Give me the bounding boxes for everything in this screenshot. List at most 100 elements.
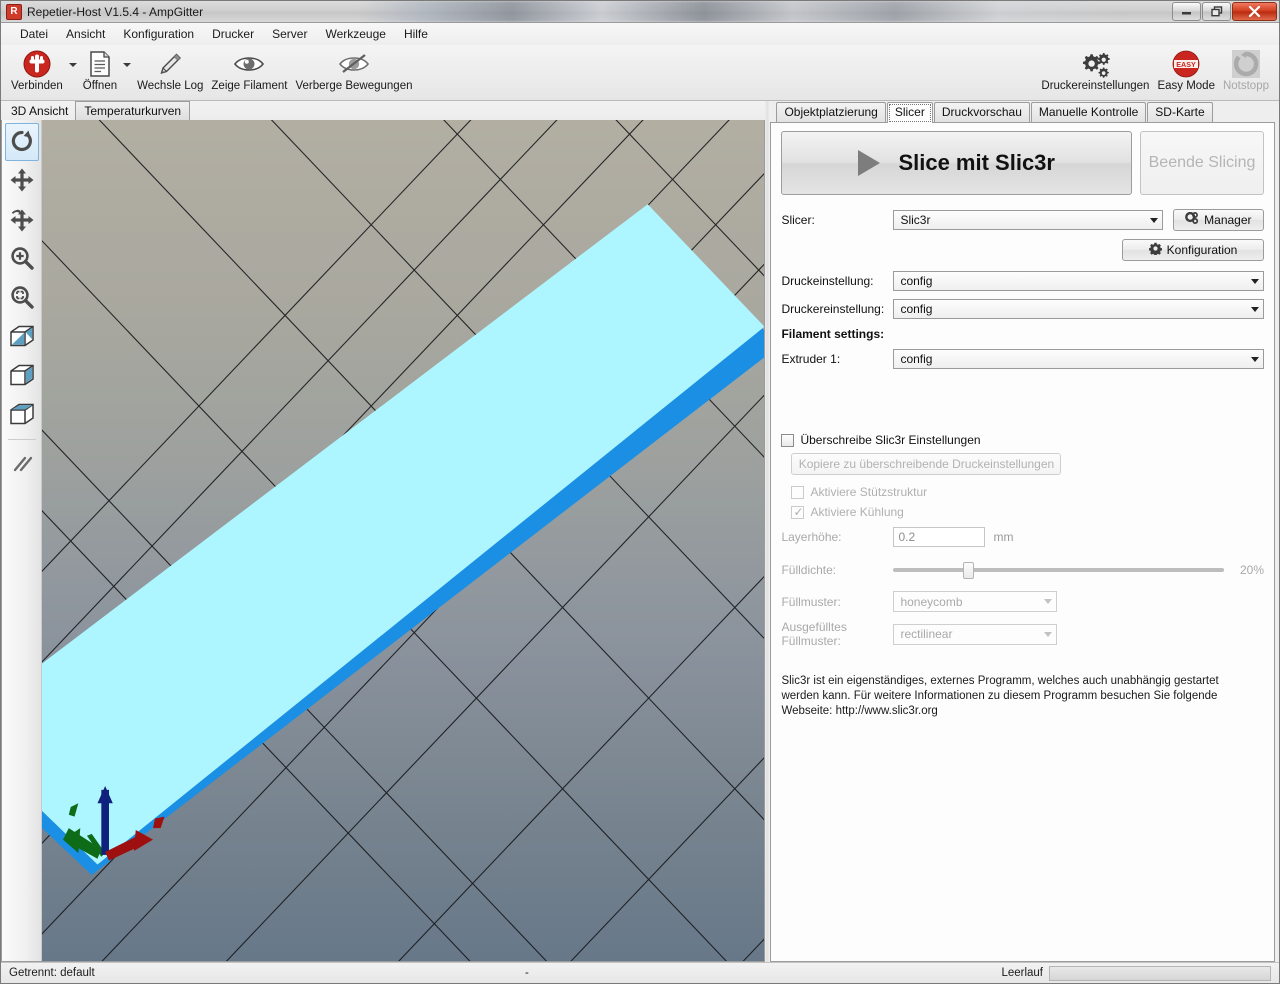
tab-manuelle-kontrolle[interactable]: Manuelle Kontrolle <box>1030 102 1147 122</box>
easy-mode-label: Easy Mode <box>1157 80 1215 92</box>
slicer-manager-button[interactable]: Manager <box>1172 209 1264 231</box>
magnifier-plus-icon <box>9 245 35 274</box>
restore-button[interactable] <box>1202 2 1231 21</box>
toggle-log-label: Wechsle Log <box>137 80 204 92</box>
override-settings-checkbox[interactable]: Überschreibe Slic3r Einstellungen <box>781 433 1264 447</box>
gears-icon <box>1185 211 1199 228</box>
slice-button[interactable]: Slice mit Slic3r <box>781 131 1132 195</box>
toggle-log-button[interactable]: Wechsle Log <box>133 47 207 99</box>
menu-item-konfiguration[interactable]: Konfiguration <box>114 24 203 44</box>
view-tool-bar <box>2 120 42 961</box>
connection-status: Getrennt: default <box>9 967 95 979</box>
menu-item-datei[interactable]: Datei <box>11 24 57 44</box>
tab-sd-karte[interactable]: SD-Karte <box>1147 102 1213 122</box>
main-toolbar: Verbinden Öffnen Wechsle Log Zeige Filam… <box>1 45 1279 101</box>
zoom-fit-tool[interactable] <box>5 279 39 317</box>
solid-fill-pattern-row: Ausgefülltes Füllmuster: rectilinear <box>781 620 1264 648</box>
tab-druckvorschau-label: Druckvorschau <box>941 105 1022 119</box>
menu-item-server[interactable]: Server <box>263 24 316 44</box>
connect-dropdown-arrow[interactable] <box>67 47 79 99</box>
copy-override-settings-label: Kopiere zu überschreibende Druckeinstell… <box>798 457 1055 471</box>
emergency-stop-button[interactable]: Notstopp <box>1219 47 1273 99</box>
chevron-down-icon <box>1040 592 1056 611</box>
move-object-tool[interactable] <box>5 201 39 239</box>
zoom-in-tool[interactable] <box>5 240 39 278</box>
open-button[interactable]: Öffnen <box>79 47 121 99</box>
filament-settings-heading: Filament settings: <box>781 327 885 341</box>
view-mode-solid-tool[interactable] <box>5 357 39 395</box>
viewport-3d[interactable] <box>42 120 765 961</box>
tab-druckvorschau[interactable]: Druckvorschau <box>933 102 1030 122</box>
view-mode-wire-tool[interactable] <box>5 396 39 434</box>
slice-button-label: Slice mit Slic3r <box>898 150 1055 175</box>
right-pane: Objektplatzierung Slicer Druckvorschau M… <box>770 101 1279 962</box>
connect-label: Verbinden <box>11 80 63 92</box>
enable-cooling-label: Aktiviere Kühlung <box>810 505 904 519</box>
menu-item-hilfe[interactable]: Hilfe <box>395 24 437 44</box>
job-progress-bar <box>1049 965 1271 981</box>
open-dropdown-arrow[interactable] <box>121 47 133 99</box>
chevron-down-icon <box>1146 211 1162 229</box>
svg-text:EASY: EASY <box>1176 60 1196 69</box>
view-mode-half-tool[interactable] <box>5 318 39 356</box>
fill-pattern-combo[interactable]: honeycomb <box>893 591 1058 612</box>
close-button[interactable] <box>1232 2 1277 21</box>
tab-temperaturkurven[interactable]: Temperaturkurven <box>75 101 191 120</box>
minimize-button[interactable] <box>1172 2 1201 21</box>
printer-setting-label: Druckereinstellung: <box>781 302 885 316</box>
status-bar: Getrennt: default - Leerlauf <box>1 962 1279 983</box>
copy-override-settings-button[interactable]: Kopiere zu überschreibende Druckeinstell… <box>791 453 1062 475</box>
stop-slicing-button[interactable]: Beende Slicing <box>1140 131 1264 195</box>
extruder1-row: Extruder 1: config <box>781 349 1264 369</box>
checkbox-box <box>781 433 795 447</box>
magnifier-fit-icon <box>9 284 35 313</box>
tab-sd-karte-label: SD-Karte <box>1155 105 1205 119</box>
menu-item-werkzeuge[interactable]: Werkzeuge <box>316 24 394 44</box>
connect-button[interactable]: Verbinden <box>7 47 67 99</box>
extruder1-label: Extruder 1: <box>781 352 841 366</box>
job-status-group: Leerlauf <box>1001 965 1275 981</box>
lines-tool[interactable] <box>5 446 39 484</box>
menu-item-drucker[interactable]: Drucker <box>203 24 263 44</box>
slicer-info-text: Slic3r ist ein eigenständiges, externes … <box>781 675 1219 717</box>
print-setting-row: Druckeinstellung: config <box>781 271 1264 291</box>
chevron-down-icon <box>68 63 77 67</box>
easy-mode-button[interactable]: EASY Easy Mode <box>1153 47 1219 99</box>
print-setting-combo[interactable]: config <box>893 271 1264 291</box>
status-message: - <box>525 967 529 979</box>
tab-slicer[interactable]: Slicer <box>886 102 933 123</box>
move-arrows-icon <box>9 167 35 196</box>
printer-settings-button[interactable]: Druckereinstellungen <box>1037 47 1153 99</box>
job-state-label: Leerlauf <box>1001 967 1043 979</box>
slider-thumb[interactable] <box>962 561 974 579</box>
konfiguration-button[interactable]: Konfiguration <box>1122 239 1264 261</box>
enable-support-checkbox[interactable]: Aktiviere Stützstruktur <box>791 485 1264 499</box>
solid-fill-pattern-combo[interactable]: rectilinear <box>893 623 1058 645</box>
slicer-combo[interactable]: Slic3r <box>893 210 1164 230</box>
printer-setting-combo[interactable]: config <box>893 299 1264 319</box>
object-plate[interactable] <box>42 120 765 919</box>
enable-cooling-checkbox[interactable]: ✓ Aktiviere Kühlung <box>791 505 1264 519</box>
printer-settings-label: Druckereinstellungen <box>1041 80 1150 92</box>
plug-icon <box>22 49 52 79</box>
view-tool-separator <box>7 439 36 440</box>
slicer-combo-value: Slic3r <box>900 213 931 227</box>
infill-density-slider[interactable] <box>893 561 1224 579</box>
move-tool[interactable] <box>5 162 39 200</box>
extruder1-combo[interactable]: config <box>893 349 1264 369</box>
tab-objektplatzierung-label: Objektplatzierung <box>784 105 878 119</box>
menu-item-ansicht[interactable]: Ansicht <box>57 24 114 44</box>
rotate-tool[interactable] <box>4 123 39 161</box>
checkbox-box <box>791 485 805 499</box>
eye-slash-icon <box>337 49 371 79</box>
play-icon <box>858 150 881 176</box>
tab-objektplatzierung[interactable]: Objektplatzierung <box>776 102 886 122</box>
tab-3d-ansicht[interactable]: 3D Ansicht <box>5 102 76 120</box>
hide-travel-label: Verberge Bewegungen <box>295 80 413 92</box>
hide-travel-button[interactable]: Verberge Bewegungen <box>291 47 416 99</box>
layer-height-input[interactable]: 0.2 <box>893 527 986 547</box>
slicer-label: Slicer: <box>781 213 815 227</box>
document-icon <box>86 49 114 79</box>
left-pane: 3D Ansicht Temperaturkurven <box>1 101 766 962</box>
show-filament-button[interactable]: Zeige Filament <box>207 47 291 99</box>
